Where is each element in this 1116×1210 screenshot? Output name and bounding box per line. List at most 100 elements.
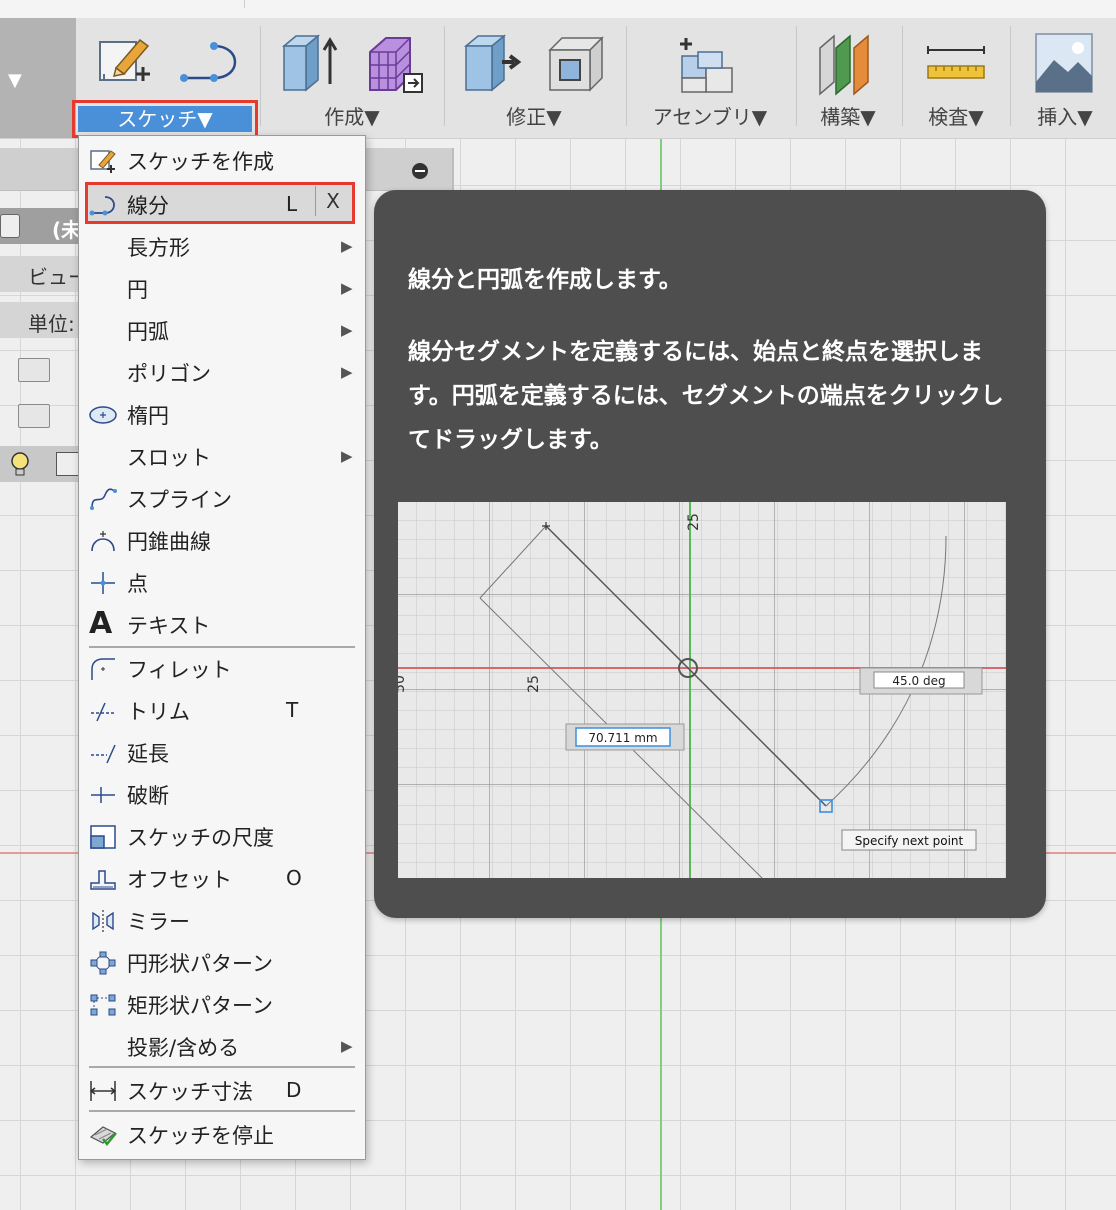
new-component-icon[interactable]	[676, 32, 742, 98]
construct-menu-button[interactable]: 構築▼	[800, 101, 896, 130]
stop-sketch-icon	[89, 1126, 117, 1146]
units-label: 単位:	[28, 312, 75, 336]
data-panel-toggle[interactable]: ▼	[0, 18, 76, 138]
folder-icon[interactable]	[18, 404, 50, 428]
insert-menu-button[interactable]: 挿入▼	[1014, 101, 1116, 130]
assembly-group: アセンブリ▼	[628, 18, 792, 138]
trim-icon	[91, 702, 115, 722]
menu-item-label: 点	[127, 572, 148, 596]
menu-item-label: スケッチの尺度	[127, 826, 274, 850]
inspect-group: 検査▼	[906, 18, 1006, 138]
menu-item-project-include[interactable]: 投影/含める ▶	[79, 1026, 365, 1066]
close-icon[interactable]: X	[315, 186, 350, 216]
units-row[interactable]: 単位:	[0, 302, 90, 338]
modify-menu-button[interactable]: 修正▼	[446, 101, 622, 130]
menu-item-label: スケッチ寸法	[127, 1080, 253, 1104]
menu-item-trim[interactable]: トリム T	[79, 690, 365, 730]
menu-item-point[interactable]: 点	[79, 562, 365, 602]
menu-item-label: スロット	[127, 446, 211, 470]
menu-item-arc[interactable]: 円弧 ▶	[79, 310, 365, 350]
dropdown-caret-icon: ▼	[8, 70, 22, 91]
menu-item-label: 延長	[127, 742, 169, 766]
text-icon: A	[89, 606, 113, 641]
menu-item-label: 円	[127, 278, 148, 302]
point-icon	[91, 572, 115, 594]
submenu-arrow-icon: ▶	[341, 279, 353, 297]
menu-item-stop-sketch[interactable]: スケッチを停止	[79, 1114, 365, 1154]
submenu-arrow-icon: ▶	[341, 1037, 353, 1055]
toolbar: ▼ スケッチ▼ 作成▼ 修正▼ アセンブリ▼ 構築▼ 検査▼ 挿入▼	[0, 18, 1116, 139]
menu-item-label: スプライン	[127, 488, 232, 512]
assembly-menu-button[interactable]: アセンブリ▼	[628, 101, 792, 130]
menu-item-sketch-scale[interactable]: スケッチの尺度	[79, 816, 365, 856]
sketch-row[interactable]	[0, 446, 90, 482]
menu-item-shortcut: O	[286, 866, 302, 890]
preview-length-field: 70.711 mm	[588, 731, 657, 745]
submenu-arrow-icon: ▶	[341, 447, 353, 465]
lightbulb-icon[interactable]	[8, 450, 32, 480]
menu-item-label: トリム	[127, 700, 190, 724]
menu-item-label: 円弧	[127, 320, 169, 344]
insert-image-icon[interactable]	[1034, 32, 1094, 94]
menu-item-rectangle[interactable]: 長方形 ▶	[79, 226, 365, 266]
ellipse-icon	[89, 406, 117, 424]
menu-item-slot[interactable]: スロット ▶	[79, 436, 365, 476]
sketch-menu-button[interactable]: スケッチ▼	[72, 100, 258, 138]
tooltip-title: 線分と円弧を作成します。	[408, 267, 682, 293]
menu-item-shortcut: T	[286, 698, 299, 722]
preview-axis-label-top: 25	[686, 513, 702, 531]
menu-item-break[interactable]: 破断	[79, 774, 365, 814]
create-sketch-icon	[90, 150, 116, 173]
press-pull-icon[interactable]	[460, 32, 524, 94]
menu-item-extend[interactable]: 延長	[79, 732, 365, 772]
line-icon[interactable]	[178, 40, 242, 86]
menu-item-shortcut: L	[286, 192, 298, 216]
menu-item-label: 投影/含める	[127, 1036, 240, 1060]
sketch-dimension-icon	[89, 1081, 117, 1101]
document-node-icon	[0, 214, 20, 238]
menu-item-conic-curve[interactable]: 円錐曲線	[79, 520, 365, 560]
menu-item-ellipse[interactable]: 楕円	[79, 394, 365, 434]
menu-divider	[89, 1066, 355, 1068]
menu-item-fillet[interactable]: フィレット	[79, 648, 365, 688]
submenu-arrow-icon: ▶	[341, 363, 353, 381]
menu-item-line[interactable]: 線分 L X	[79, 182, 365, 224]
minimize-icon[interactable]	[412, 163, 428, 179]
menu-item-spline[interactable]: スプライン	[79, 478, 365, 518]
menu-item-label: ポリゴン	[127, 362, 211, 386]
menu-item-sketch-dimension[interactable]: スケッチ寸法 D	[79, 1070, 365, 1110]
menu-item-text[interactable]: A テキスト	[79, 604, 365, 644]
break-icon	[91, 787, 115, 803]
circular-pattern-icon	[90, 951, 116, 975]
menu-item-offset[interactable]: オフセット O	[79, 858, 365, 898]
menu-item-mirror[interactable]: ミラー	[79, 900, 365, 940]
menu-item-create-sketch[interactable]: スケッチを作成	[79, 140, 365, 180]
conic-curve-icon	[91, 531, 115, 552]
tooltip-description: 線分セグメントを定義するには、始点と終点を選択します。円弧を定義するには、セグメ…	[408, 339, 1004, 453]
line-preview-illustration: 25 25 50 70.711 mm 45.0 deg Specify next…	[398, 502, 1006, 878]
preview-axis-label-edge: 50	[398, 675, 408, 693]
create-sketch-icon[interactable]	[96, 34, 154, 92]
menu-item-circle[interactable]: 円 ▶	[79, 268, 365, 308]
menu-item-label: フィレット	[127, 658, 232, 682]
measure-icon[interactable]	[924, 44, 988, 84]
menu-item-rectangular-pattern[interactable]: 矩形状パターン	[79, 984, 365, 1024]
document-row[interactable]: (未	[0, 208, 90, 244]
command-tooltip: 線分と円弧を作成します。 線分セグメントを定義するには、始点と終点を選択します。…	[374, 190, 1046, 918]
menu-item-label: 矩形状パターン	[127, 994, 273, 1018]
form-icon[interactable]	[362, 32, 426, 96]
create-menu-button[interactable]: 作成▼	[264, 101, 440, 130]
document-name: (未	[52, 218, 82, 242]
inspect-menu-button[interactable]: 検査▼	[906, 101, 1006, 130]
preview-hint: Specify next point	[855, 834, 964, 848]
menu-item-label: 円形状パターン	[127, 952, 273, 976]
menu-item-polygon[interactable]: ポリゴン ▶	[79, 352, 365, 392]
sketch-node-icon	[56, 452, 80, 476]
shell-icon[interactable]	[544, 32, 608, 94]
views-row[interactable]: ビュー	[0, 256, 90, 292]
folder-icon[interactable]	[18, 358, 50, 382]
extrude-icon[interactable]	[278, 32, 342, 94]
offset-plane-icon[interactable]	[814, 32, 884, 96]
menu-item-label: オフセット	[127, 868, 232, 892]
menu-item-circular-pattern[interactable]: 円形状パターン	[79, 942, 365, 982]
